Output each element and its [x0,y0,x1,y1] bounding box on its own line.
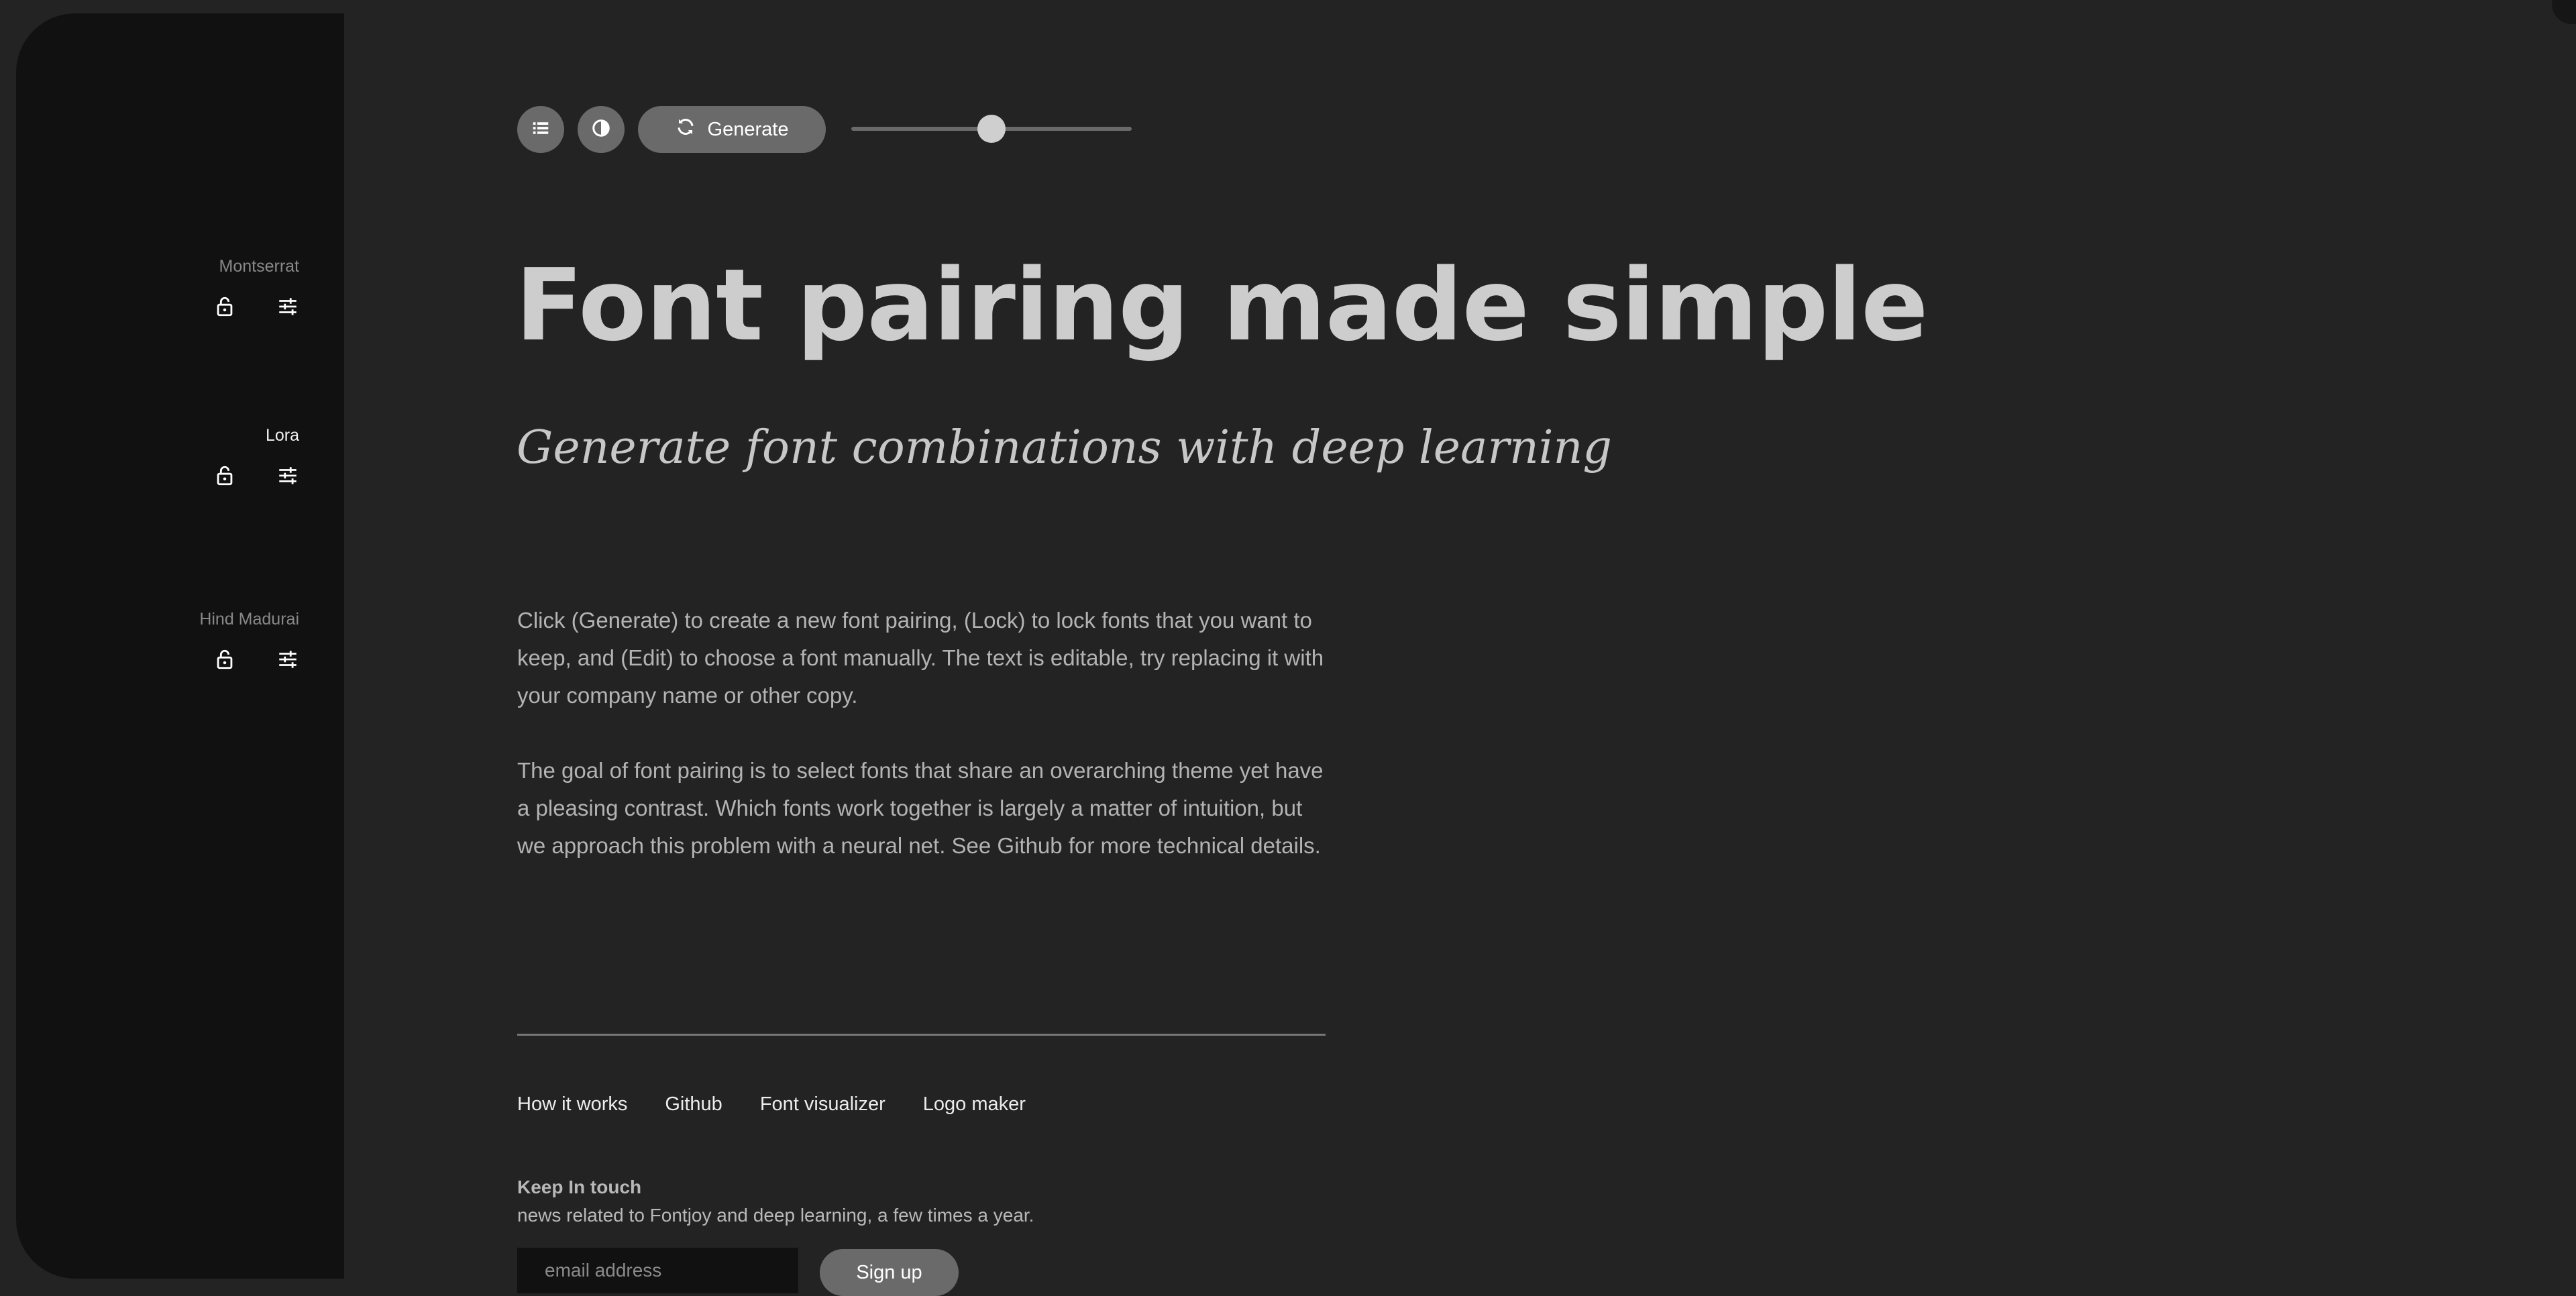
toolbar: Generate [517,106,826,153]
font-name-montserrat[interactable]: Montserrat [213,256,299,276]
github-link[interactable]: Github [665,1093,722,1116]
font-slot-1: Montserrat [213,256,299,318]
font-name-lora[interactable]: Lora [213,425,299,445]
keep-in-touch-title: Keep In touch [517,1177,642,1197]
email-field[interactable] [517,1248,798,1293]
body-paragraph-2[interactable]: The goal of font pairing is to select fo… [517,752,1336,865]
how-it-works-link[interactable]: How it works [517,1093,627,1116]
sliders-icon[interactable] [276,648,299,671]
window-corner [2552,0,2576,24]
sliders-icon[interactable] [276,295,299,318]
font-sidebar: Montserrat Lora Hind Madurai [16,13,344,1279]
font-visualizer-link[interactable]: Font visualizer [760,1093,885,1116]
list-view-button[interactable] [517,106,564,153]
refresh-icon [676,117,696,142]
logo-maker-link[interactable]: Logo maker [923,1093,1026,1116]
font-slot-2: Lora [213,425,299,487]
contrast-toggle-button[interactable] [578,106,625,153]
generate-label: Generate [707,118,789,140]
contrast-slider[interactable] [851,115,1132,143]
divider [517,1034,1326,1036]
list-icon [531,118,551,142]
slider-thumb[interactable] [977,115,1006,143]
headline[interactable]: Font pairing made simple [515,241,1929,369]
sign-up-button[interactable]: Sign up [820,1249,959,1296]
lock-icon[interactable] [213,464,236,487]
sliders-icon[interactable] [276,464,299,487]
body-paragraph-1[interactable]: Click (Generate) to create a new font pa… [517,602,1336,714]
font-slot-3: Hind Madurai [199,609,299,671]
lock-icon[interactable] [213,295,236,318]
keep-in-touch-description: news related to Fontjoy and deep learnin… [517,1205,1034,1226]
contrast-icon [591,118,611,142]
footer-nav: How it works Github Font visualizer Logo… [517,1093,1026,1116]
lock-icon[interactable] [213,648,236,671]
subheadline[interactable]: Generate font combinations with deep lea… [517,415,1612,482]
generate-button[interactable]: Generate [638,106,826,153]
font-name-hind-madurai[interactable]: Hind Madurai [199,609,299,629]
